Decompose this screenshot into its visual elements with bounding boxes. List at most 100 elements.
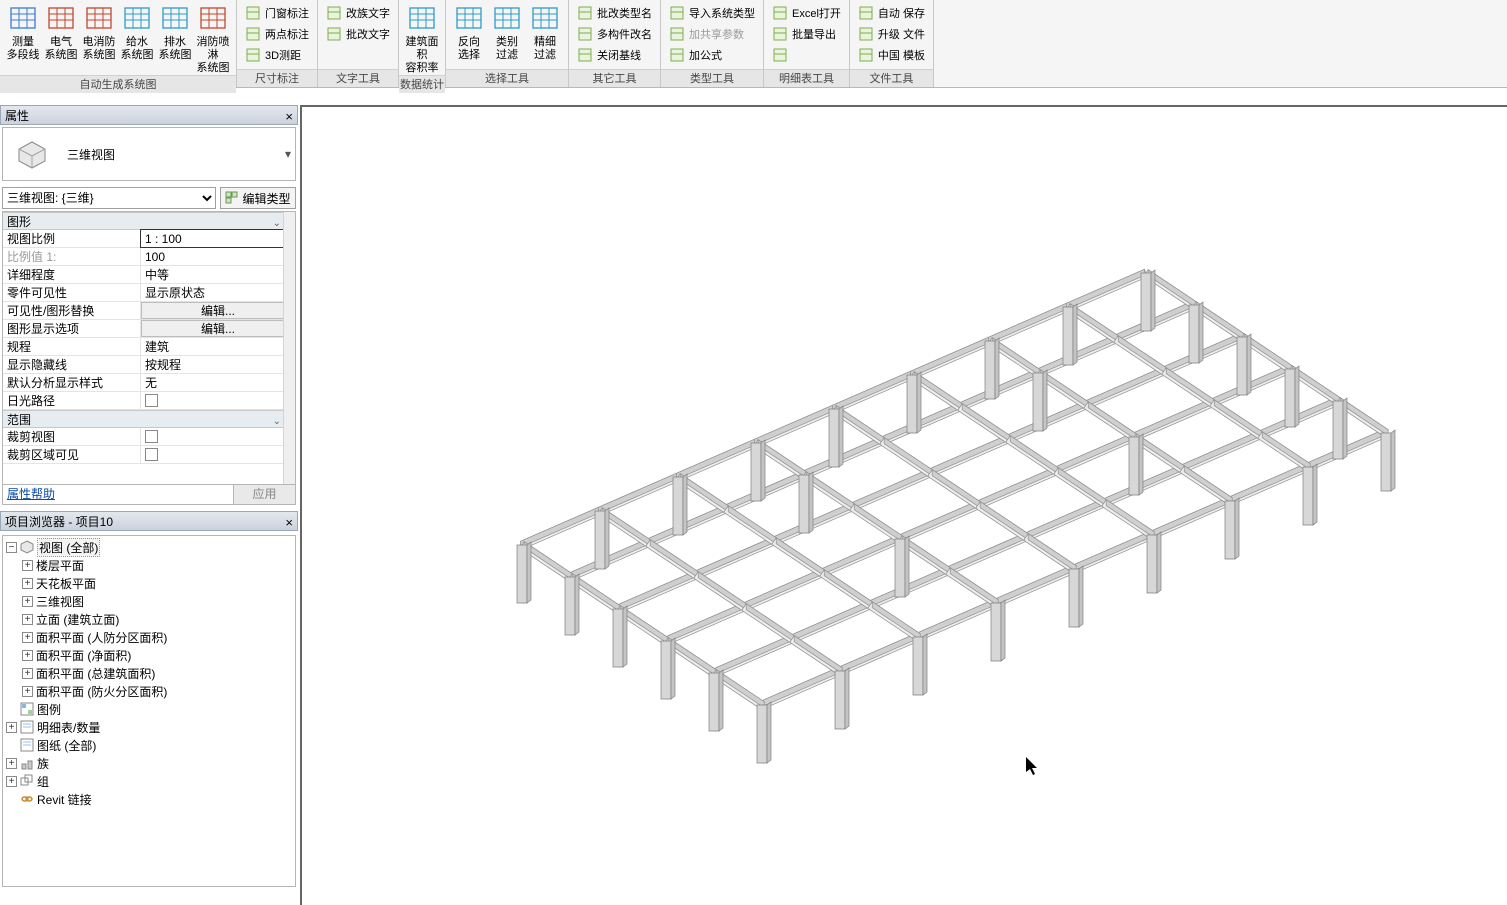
ribbon-button[interactable]: 精细 过滤	[526, 2, 564, 62]
collapse-icon[interactable]: −	[6, 542, 17, 553]
ribbon-button-small[interactable]: 自动 保存	[854, 2, 929, 23]
ribbon-button-small[interactable]: 关闭基线	[573, 44, 656, 65]
edit-type-button[interactable]: 编辑类型	[220, 187, 296, 209]
project-browser[interactable]: −视图 (全部)+楼层平面+天花板平面+三维视图+立面 (建筑立面)+面积平面 …	[2, 535, 296, 887]
type-thumbnail-icon	[3, 128, 61, 180]
ribbon-button[interactable]: 建筑面积 容积率	[403, 2, 441, 75]
ribbon-button-small[interactable]: 导入系统类型	[665, 2, 759, 23]
ribbon-button-small[interactable]: Excel打开	[768, 2, 845, 23]
property-row[interactable]: 视图比例1 : 100	[3, 230, 295, 248]
ribbon-button[interactable]: 类别 过滤	[488, 2, 526, 62]
ribbon-button-small[interactable]: 加公式	[665, 44, 759, 65]
property-row[interactable]: 详细程度中等	[3, 266, 295, 284]
expand-icon[interactable]: +	[22, 560, 33, 571]
tree-node[interactable]: +立面 (建筑立面)	[3, 610, 295, 628]
property-edit-button[interactable]: 编辑...	[141, 302, 295, 319]
apply-button[interactable]: 应用	[233, 485, 295, 504]
ribbon-small-icon	[245, 47, 261, 63]
ribbon-button[interactable]: 给水 系统图	[118, 2, 156, 62]
tree-node[interactable]: +族	[3, 754, 295, 772]
expand-icon[interactable]: +	[22, 668, 33, 679]
tree-spacer	[6, 704, 17, 715]
ribbon-button-small[interactable]: 批改类型名	[573, 2, 656, 23]
type-dropdown-icon[interactable]: ▾	[281, 128, 295, 180]
property-group-header[interactable]: 范围⌄	[3, 410, 295, 428]
expand-icon[interactable]: +	[6, 758, 17, 769]
property-row[interactable]: 图形显示选项编辑...	[3, 320, 295, 338]
property-checkbox[interactable]	[145, 394, 158, 407]
ribbon-button[interactable]: 电消防 系统图	[80, 2, 118, 62]
ribbon-small-icon	[577, 5, 593, 21]
expand-icon[interactable]: +	[22, 686, 33, 697]
ribbon-button[interactable]: 排水 系统图	[156, 2, 194, 62]
ribbon-button-small[interactable]: 3D测距	[241, 44, 313, 65]
ribbon-button-small[interactable]: 批量导出	[768, 23, 845, 44]
tree-node[interactable]: +明细表/数量	[3, 718, 295, 736]
property-row[interactable]: 比例值 1:100	[3, 248, 295, 266]
ribbon-group: 导入系统类型加共享参数加公式类型工具	[661, 0, 764, 87]
property-row[interactable]: 日光路径	[3, 392, 295, 410]
ribbon-small-icon	[772, 26, 788, 42]
expand-icon[interactable]: +	[6, 776, 17, 787]
ribbon-small-icon	[245, 26, 261, 42]
expand-icon[interactable]: +	[22, 650, 33, 661]
ribbon-small-icon	[326, 5, 342, 21]
expand-icon[interactable]: +	[22, 596, 33, 607]
ribbon-button-small[interactable]: 两点标注	[241, 23, 313, 44]
property-row[interactable]: 可见性/图形替换编辑...	[3, 302, 295, 320]
properties-help-link[interactable]: 属性帮助	[3, 485, 233, 504]
expand-icon[interactable]: +	[22, 614, 33, 625]
ribbon-button[interactable]: 测量 多段线	[4, 2, 42, 62]
tree-node[interactable]: 图例	[3, 700, 295, 718]
property-row[interactable]: 裁剪区域可见	[3, 446, 295, 464]
ribbon-button[interactable]: 电气 系统图	[42, 2, 80, 62]
expand-icon[interactable]: +	[22, 632, 33, 643]
tree-node[interactable]: +组	[3, 772, 295, 790]
ribbon-button-small[interactable]: 改族文字	[322, 2, 394, 23]
ribbon-button-small[interactable]: 升级 文件	[854, 23, 929, 44]
tree-node[interactable]: +面积平面 (总建筑面积)	[3, 664, 295, 682]
type-selector[interactable]: 三维视图 ▾	[2, 127, 296, 181]
expand-icon[interactable]: +	[6, 722, 17, 733]
tree-node[interactable]: +天花板平面	[3, 574, 295, 592]
tree-node[interactable]: −视图 (全部)	[3, 538, 295, 556]
property-row[interactable]: 显示隐藏线按规程	[3, 356, 295, 374]
property-row[interactable]: 裁剪视图	[3, 428, 295, 446]
tree-node[interactable]: +面积平面 (防火分区面积)	[3, 682, 295, 700]
browser-close-icon[interactable]: ×	[285, 513, 293, 533]
properties-grid[interactable]: 图形⌄视图比例1 : 100比例值 1:100详细程度中等零件可见性显示原状态可…	[2, 211, 296, 485]
tree-node[interactable]: +楼层平面	[3, 556, 295, 574]
ribbon-button[interactable]: 消防喷淋 系统图	[194, 2, 232, 75]
properties-scrollbar[interactable]	[283, 212, 295, 484]
structural-model	[302, 105, 1502, 905]
ribbon-button-small[interactable]	[768, 44, 845, 65]
ribbon-button-small[interactable]: 门窗标注	[241, 2, 313, 23]
ribbon-group-label: 自动生成系统图	[0, 75, 236, 93]
tree-node[interactable]: Revit 链接	[3, 790, 295, 808]
ribbon-small-icon	[772, 5, 788, 21]
viewport-3d[interactable]	[300, 105, 1507, 905]
ribbon-button-small[interactable]: 中国 模板	[854, 44, 929, 65]
tree-node[interactable]: +面积平面 (人防分区面积)	[3, 628, 295, 646]
property-row[interactable]: 零件可见性显示原状态	[3, 284, 295, 302]
left-panels: 属性 × 三维视图 ▾ 三维视图: {三维} 编辑类型 图形⌄视图比例1 : 1…	[0, 105, 298, 905]
property-checkbox[interactable]	[145, 430, 158, 443]
ribbon-button[interactable]: 反向 选择	[450, 2, 488, 62]
property-row[interactable]: 默认分析显示样式无	[3, 374, 295, 392]
ribbon-button-small[interactable]: 批改文字	[322, 23, 394, 44]
ribbon-group: 批改类型名多构件改名关闭基线其它工具	[569, 0, 661, 87]
tree-node[interactable]: +三维视图	[3, 592, 295, 610]
instance-selector[interactable]: 三维视图: {三维}	[2, 187, 216, 209]
tree-node[interactable]: 图纸 (全部)	[3, 736, 295, 754]
property-edit-button[interactable]: 编辑...	[141, 320, 295, 337]
property-checkbox[interactable]	[145, 448, 158, 461]
property-group-header[interactable]: 图形⌄	[3, 212, 295, 230]
property-row[interactable]: 规程建筑	[3, 338, 295, 356]
ribbon-button-small: 加共享参数	[665, 23, 759, 44]
properties-close-icon[interactable]: ×	[285, 107, 293, 127]
expand-icon[interactable]: +	[22, 578, 33, 589]
tree-node[interactable]: +面积平面 (净面积)	[3, 646, 295, 664]
ribbon-small-icon	[669, 47, 685, 63]
ribbon-small-icon	[326, 26, 342, 42]
ribbon-button-small[interactable]: 多构件改名	[573, 23, 656, 44]
